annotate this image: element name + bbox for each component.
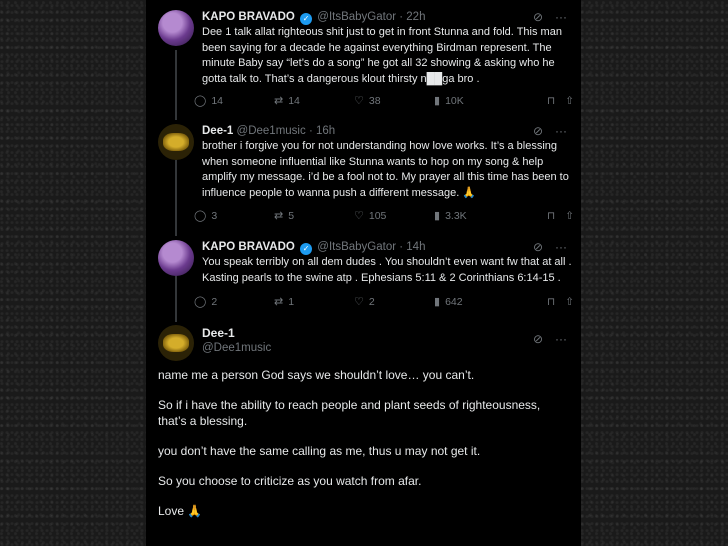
tweet-header: KAPO BRAVADO ✓ @ItsBabyGator · 22h [202,10,425,25]
handle[interactable]: @ItsBabyGator [317,241,396,253]
timestamp[interactable]: · 22h [399,11,425,23]
heart-icon: ♡ [354,210,364,222]
like-count: 2 [368,295,375,308]
tweet-header: Dee-1 @Dee1music [202,326,271,356]
tweet-end-actions: ⊓ ⇧ [547,210,574,222]
avatar[interactable] [158,124,194,160]
repost-count: 5 [288,209,295,222]
display-name[interactable]: KAPO BRAVADO [202,241,295,253]
like-button[interactable]: ♡ 38 [354,94,434,108]
views-icon: ▮ [434,210,441,222]
reply-count: 14 [211,94,223,107]
paragraph: Love 🙏 [158,504,203,518]
like-count: 38 [368,94,381,107]
repost-icon: ⇄ [274,296,284,308]
thread-line [175,160,177,236]
paragraph: you don’t have the same calling as me, t… [158,444,481,458]
handle[interactable]: @Dee1music [237,125,306,137]
paragraph: So you choose to criticize as you watch … [158,474,422,488]
repost-button[interactable]: ⇄ 14 [274,94,354,108]
tweet-end-actions: ⊓ ⇧ [547,95,574,107]
bookmark-icon[interactable]: ⊓ [547,210,555,222]
repost-icon: ⇄ [274,210,284,222]
share-icon[interactable]: ⇧ [565,210,574,222]
reply-icon: ◯ [194,95,207,107]
tweet-actions: ◯ 2 ⇄ 1 ♡ 2 ▮ 642 ⊓ ⇧ [194,295,574,309]
tweet-end-actions: ⊓ ⇧ [547,296,574,308]
tweet-header: Dee-1 @Dee1music · 16h [202,124,335,139]
timestamp[interactable]: · 16h [309,125,335,137]
avatar[interactable] [158,240,194,276]
reply-icon: ◯ [194,296,207,308]
grok-icon[interactable]: ⊘ [533,240,543,254]
display-name[interactable]: Dee-1 [202,326,271,341]
views-button[interactable]: ▮ 642 [434,295,514,309]
views-icon: ▮ [434,296,441,308]
tweet-text: You speak terribly on all dem dudes . Yo… [202,256,572,284]
grok-icon[interactable]: ⊘ [533,10,543,24]
tweet-thread-panel: KAPO BRAVADO ✓ @ItsBabyGator · 22h ⊘ ···… [146,0,581,546]
views-button[interactable]: ▮ 3.3K [434,209,514,223]
more-icon[interactable]: ··· [555,10,567,24]
bookmark-icon[interactable]: ⊓ [547,296,555,308]
display-name[interactable]: Dee-1 [202,125,233,137]
thread-line [175,276,177,322]
tweet-header: KAPO BRAVADO ✓ @ItsBabyGator · 14h [202,240,425,255]
main-tweet-text: name me a person God says we shouldn’t l… [158,367,568,533]
paragraph: name me a person God says we shouldn’t l… [158,368,475,382]
thread-line [175,50,177,120]
reply-count: 2 [211,295,218,308]
handle[interactable]: @ItsBabyGator [317,11,396,23]
view-count: 3.3K [445,209,467,222]
heart-icon: ♡ [354,296,364,308]
more-icon[interactable]: ··· [555,332,567,346]
reply-count: 3 [211,209,218,222]
repost-count: 1 [288,295,295,308]
avatar[interactable] [158,325,194,361]
tweet-actions: ◯ 3 ⇄ 5 ♡ 105 ▮ 3.3K ⊓ ⇧ [194,209,574,223]
handle[interactable]: @Dee1music [202,341,271,356]
tweet-actions: ◯ 14 ⇄ 14 ♡ 38 ▮ 10K ⊓ ⇧ [194,94,574,108]
share-icon[interactable]: ⇧ [565,296,574,308]
avatar[interactable] [158,10,194,46]
repost-count: 14 [288,94,300,107]
heart-icon: ♡ [354,95,364,107]
tweet-top-icons: ⊘ ··· [533,332,567,346]
reply-icon: ◯ [194,210,207,222]
more-icon[interactable]: ··· [555,240,567,254]
timestamp[interactable]: · 14h [399,241,425,253]
view-count: 10K [445,94,464,107]
views-button[interactable]: ▮ 10K [434,94,514,108]
tweet-text: brother i forgive you for not understand… [202,140,569,199]
views-icon: ▮ [434,95,441,107]
display-name[interactable]: KAPO BRAVADO [202,11,295,23]
view-count: 642 [445,295,463,308]
tweet-top-icons: ⊘ ··· [533,240,567,254]
reply-button[interactable]: ◯ 2 [194,295,274,309]
verified-icon: ✓ [300,13,313,25]
verified-icon: ✓ [300,243,313,255]
reply-button[interactable]: ◯ 3 [194,209,274,223]
reply-button[interactable]: ◯ 14 [194,94,274,108]
repost-icon: ⇄ [274,95,284,107]
more-icon[interactable]: ··· [555,124,567,138]
repost-button[interactable]: ⇄ 1 [274,295,354,309]
grok-icon[interactable]: ⊘ [533,332,543,346]
tweet-top-icons: ⊘ ··· [533,10,567,24]
grok-icon[interactable]: ⊘ [533,124,543,138]
like-count: 105 [368,209,387,222]
share-icon[interactable]: ⇧ [565,95,574,107]
like-button[interactable]: ♡ 105 [354,209,434,223]
like-button[interactable]: ♡ 2 [354,295,434,309]
paragraph: So if i have the ability to reach people… [158,398,541,428]
repost-button[interactable]: ⇄ 5 [274,209,354,223]
bookmark-icon[interactable]: ⊓ [547,95,555,107]
tweet-text: Dee 1 talk allat righteous shit just to … [202,26,562,85]
tweet-top-icons: ⊘ ··· [533,124,567,138]
